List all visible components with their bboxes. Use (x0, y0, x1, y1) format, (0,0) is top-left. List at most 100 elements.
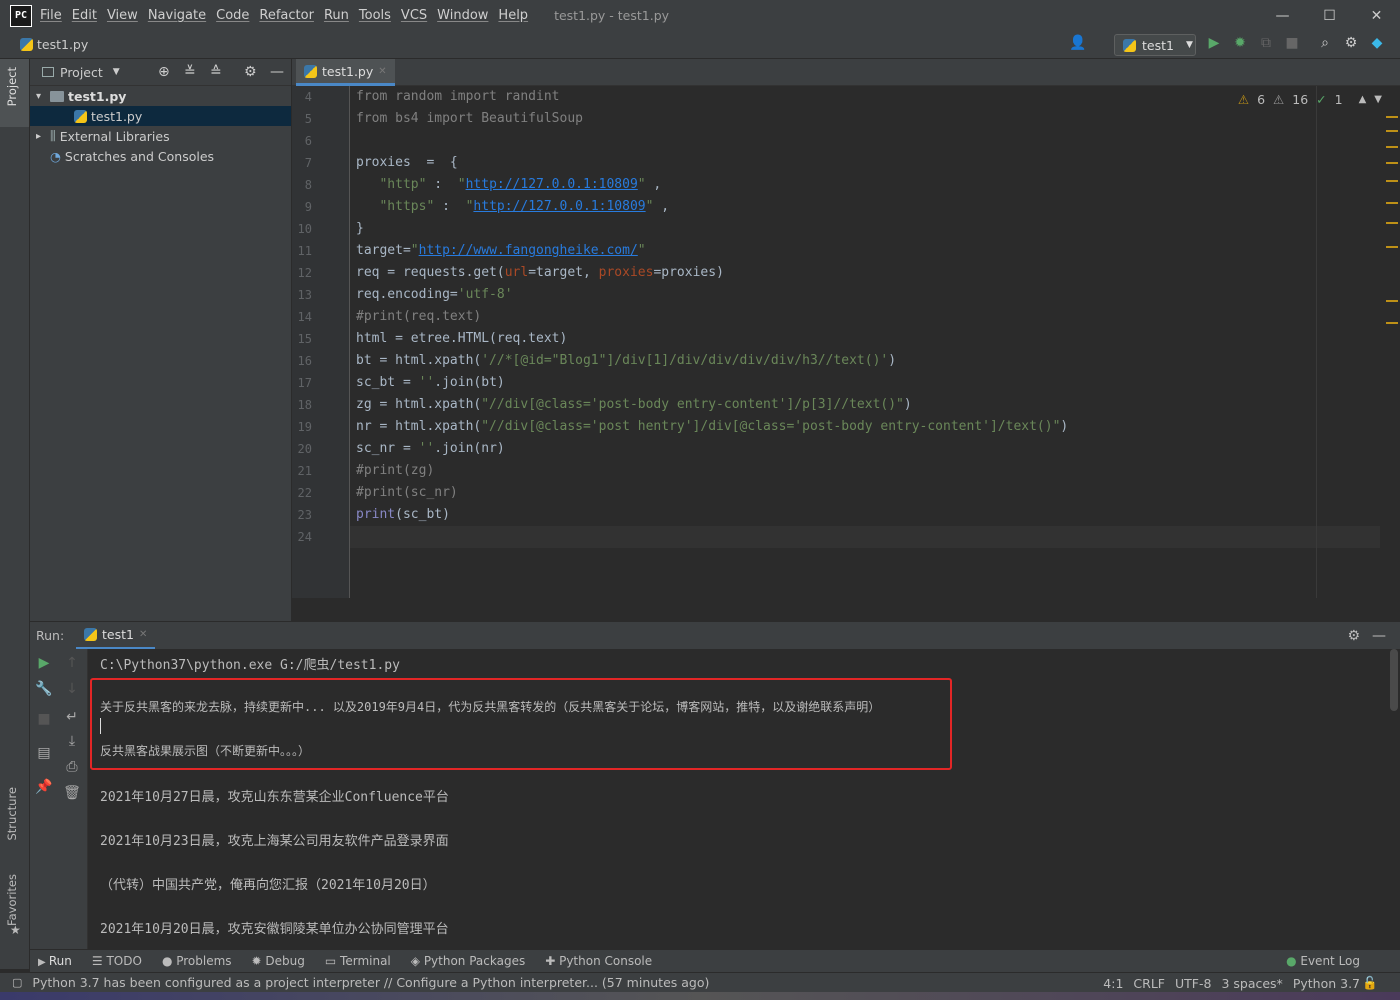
line-number-gutter: 4 5 6 7 8 9 10 11 12 13 14 15 16 17 18 19 20 21 22 23 24 (292, 86, 350, 598)
lock-icon[interactable]: 🔓 (1362, 975, 1378, 991)
todo-tool-tab[interactable]: ☰ TODO (92, 954, 142, 968)
status-toggle-icon[interactable]: ▢ (12, 976, 22, 989)
status-message[interactable]: Python 3.7 has been configured as a proj… (32, 975, 709, 990)
debug-icon[interactable]: ✹ (1230, 35, 1250, 51)
warning-mark[interactable] (1386, 130, 1398, 132)
close-button[interactable]: ✕ (1353, 0, 1400, 31)
line-number: 6 (304, 134, 312, 148)
stop-icon[interactable]: ■ (1282, 35, 1302, 51)
run-toolbar: ▶ ↑ 🔧 ↓ ■ ↵ ▤ ⤓ ⎙ 📌 🗑 (30, 649, 88, 949)
scroll-to-end-icon[interactable]: ⤓ (62, 733, 82, 749)
project-panel-title[interactable]: Project (60, 65, 103, 80)
wrench-icon[interactable]: 🔧 (34, 681, 54, 697)
menu-item-tools[interactable]: Tools (359, 8, 391, 23)
warning-mark[interactable] (1386, 202, 1398, 204)
pin-icon[interactable]: 📌 (34, 779, 54, 795)
tree-item-project-root[interactable]: ▾ test1.py (30, 86, 291, 106)
locate-icon[interactable]: ⊕ (158, 64, 170, 80)
next-highlight-icon[interactable]: ▼ (1374, 94, 1382, 105)
rerun-icon[interactable]: ▶ (34, 655, 54, 671)
favorites-tool-label[interactable]: Favorites (5, 874, 19, 926)
settings-icon[interactable]: ⚙ (244, 64, 257, 80)
menu-item-code[interactable]: Code (216, 8, 249, 23)
file-encoding[interactable]: UTF-8 (1175, 976, 1211, 991)
event-log-icon: ● (1286, 954, 1301, 968)
run-panel-header: Run: test1 ✕ ⚙ — (30, 621, 1400, 650)
warning-mark[interactable] (1386, 146, 1398, 148)
down-arrow-icon[interactable]: ↓ (62, 681, 82, 697)
menu-item-help[interactable]: Help (498, 8, 528, 23)
python-interpreter[interactable]: Python 3.7 (1293, 976, 1360, 991)
stop-icon[interactable]: ■ (34, 711, 54, 727)
coverage-icon[interactable]: ⧉ (1256, 35, 1276, 51)
soft-wrap-icon[interactable]: ↵ (62, 709, 82, 725)
menu-item-refactor[interactable]: Refactor (259, 8, 314, 23)
terminal-tool-tab[interactable]: ▭ Terminal (325, 954, 391, 968)
python-packages-tool-tab[interactable]: ◈ Python Packages (411, 954, 525, 968)
breadcrumb[interactable]: test1.py (20, 37, 88, 52)
menu-item-vcs[interactable]: VCS (401, 8, 427, 23)
warning-mark[interactable] (1386, 246, 1398, 248)
code-line: sc_bt = ''.join(bt) (356, 375, 505, 390)
code-editor[interactable]: 4 5 6 7 8 9 10 11 12 13 14 15 16 17 18 19 20 21 22 23 24 fro… (292, 86, 1400, 598)
editor-tab-test1[interactable]: test1.py ✕ (296, 59, 395, 86)
tree-item-label: Scratches and Consoles (64, 148, 215, 164)
layout-icon[interactable]: ▤ (34, 745, 54, 761)
user-icon[interactable]: 👤 (1068, 35, 1088, 51)
inspection-widget[interactable]: ⚠ 6 ⚠ 16 ✓ 1 ▲ ▼ (1238, 92, 1382, 107)
expand-all-icon[interactable]: ≚ (184, 64, 196, 80)
warning-mark[interactable] (1386, 180, 1398, 182)
structure-tool-label[interactable]: Structure (5, 787, 19, 841)
hide-icon[interactable]: — (270, 64, 284, 80)
chevron-right-icon: ▸ (36, 130, 42, 142)
settings-icon[interactable]: ⚙ (1347, 628, 1360, 644)
chevron-down-icon[interactable]: ▼ (113, 67, 120, 77)
trash-icon[interactable]: 🗑 (62, 785, 82, 801)
code-line: target="http://www.fangongheike.com/" (356, 243, 646, 258)
warning-mark[interactable] (1386, 300, 1398, 302)
menu-item-run[interactable]: Run (324, 8, 349, 23)
run-tool-tab[interactable]: ▶ Run (38, 954, 72, 968)
error-stripe[interactable] (1384, 86, 1398, 598)
indent-setting[interactable]: 3 spaces* (1221, 976, 1282, 991)
menu-item-edit[interactable]: Edit (72, 8, 97, 23)
close-tab-icon[interactable]: ✕ (378, 66, 386, 77)
warning-mark[interactable] (1386, 222, 1398, 224)
warning-mark[interactable] (1386, 116, 1398, 118)
caret-position[interactable]: 4:1 (1103, 976, 1123, 991)
run-console-output[interactable]: C:\Python37\python.exe G:/爬虫/test1.py 关于… (88, 649, 1400, 949)
tree-item-scratches[interactable]: ◔ Scratches and Consoles (30, 146, 291, 166)
previous-highlight-icon[interactable]: ▲ (1359, 94, 1367, 105)
hide-icon[interactable]: — (1372, 628, 1386, 644)
event-log-tool-tab[interactable]: ● Event Log (1286, 954, 1360, 968)
up-arrow-icon[interactable]: ↑ (62, 655, 82, 671)
run-icon[interactable]: ▶ (1204, 35, 1224, 51)
minimize-button[interactable]: — (1259, 0, 1306, 31)
run-tab-test1[interactable]: test1 ✕ (76, 622, 156, 650)
search-icon[interactable]: ⌕ (1315, 35, 1335, 51)
tree-item-external-libraries[interactable]: ▸ ⫼ External Libraries (30, 126, 291, 146)
run-configuration-select[interactable]: test1 ▼ (1114, 34, 1196, 56)
maximize-button[interactable]: ☐ (1306, 0, 1353, 31)
menu-item-navigate[interactable]: Navigate (148, 8, 206, 23)
python-console-tool-tab[interactable]: ✚ Python Console (545, 954, 652, 968)
code-line: bt = html.xpath('//*[@id="Blog1"]/div[1]… (356, 353, 897, 368)
menu-item-window[interactable]: Window (437, 8, 488, 23)
problems-tool-tab[interactable]: ● Problems (162, 954, 232, 968)
tree-item-file[interactable]: test1.py (30, 106, 291, 126)
close-tab-icon[interactable]: ✕ (139, 629, 147, 640)
warning-mark[interactable] (1386, 162, 1398, 164)
line-separator[interactable]: CRLF (1133, 976, 1165, 991)
breadcrumb-file[interactable]: test1.py (37, 37, 88, 52)
menu-item-view[interactable]: View (107, 8, 138, 23)
project-tool-label[interactable]: Project (5, 67, 19, 106)
menu-item-file[interactable]: File (40, 8, 62, 23)
debug-tool-tab[interactable]: ✹ Debug (252, 954, 305, 968)
settings-icon[interactable]: ⚙ (1341, 35, 1361, 51)
collapse-all-icon[interactable]: ≙ (210, 64, 222, 80)
print-icon[interactable]: ⎙ (62, 759, 82, 775)
console-scrollbar[interactable] (1390, 649, 1398, 711)
warning-mark[interactable] (1386, 322, 1398, 324)
plugin-icon[interactable]: ◆ (1367, 35, 1387, 51)
line-number: 17 (297, 376, 312, 390)
